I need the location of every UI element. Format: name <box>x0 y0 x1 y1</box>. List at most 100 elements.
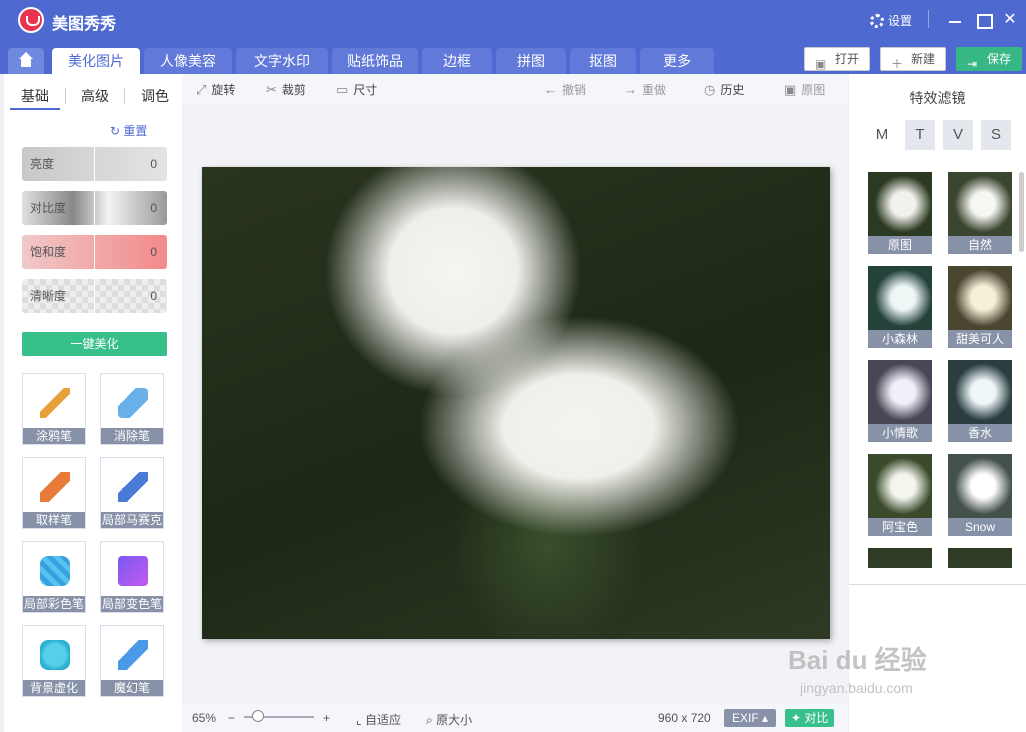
filter-partial[interactable] <box>948 548 1012 568</box>
sparkle-icon: ✦ <box>791 711 802 725</box>
compare-button[interactable]: ✦ 对比 <box>785 709 835 727</box>
tab-stickers[interactable]: 贴纸饰品 <box>332 48 418 74</box>
zoom-out-button[interactable]: − <box>228 711 235 725</box>
filter-label: 香水 <box>948 424 1012 442</box>
filter-category-m[interactable]: M <box>867 120 897 150</box>
redo-button[interactable]: → 重做 <box>624 81 666 98</box>
filter-thumbnail <box>868 172 932 236</box>
tool-label: 局部彩色笔 <box>23 596 85 612</box>
open-button[interactable]: ▣ 打开 <box>804 47 870 71</box>
background-blur-tool[interactable]: 背景虚化 <box>22 625 86 697</box>
new-label: 新建 <box>911 52 936 66</box>
app-title: 美图秀秀 <box>52 16 117 33</box>
rotate-button[interactable]: ⤢ 旋转 <box>196 81 235 98</box>
rotate-icon: ⤢ <box>196 81 207 97</box>
clock-icon: ◷ <box>704 81 716 97</box>
tab-text-watermark[interactable]: 文字水印 <box>236 48 328 74</box>
tab-cutout[interactable]: 抠图 <box>570 48 636 74</box>
local-color-tool[interactable]: 局部彩色笔 <box>22 541 86 613</box>
contrast-slider[interactable]: 对比度 0 <box>22 191 167 225</box>
brush-icon <box>40 388 70 418</box>
fit-icon: ⌞ <box>356 713 362 727</box>
actual-size-button[interactable]: ⌕ 原大小 <box>426 711 472 728</box>
color-change-tool[interactable]: 局部变色笔 <box>100 541 164 613</box>
filter-partial[interactable] <box>868 548 932 568</box>
compare-label: 对比 <box>804 711 829 725</box>
left-panel: 基础 高级 调色 ↻ 重置 亮度 0 对比度 0 饱和度 0 清晰度 0 一键美… <box>4 74 182 732</box>
actual-size-label: 原大小 <box>436 713 473 727</box>
settings-label: 设置 <box>888 14 913 28</box>
resize-button[interactable]: ▭ 尺寸 <box>336 81 377 98</box>
tab-portrait[interactable]: 人像美容 <box>144 48 232 74</box>
close-button[interactable]: ✕ <box>1000 10 1020 30</box>
divider <box>849 584 1026 585</box>
tab-frames[interactable]: 边框 <box>422 48 492 74</box>
filter-label: 自然 <box>948 236 1012 254</box>
filter-snow[interactable]: Snow <box>948 454 1012 536</box>
filter-scrollbar[interactable] <box>1019 172 1024 252</box>
mosaic-tool[interactable]: 局部马赛克 <box>100 457 164 529</box>
filter-love-song[interactable]: 小情歌 <box>868 360 932 442</box>
subtab-basic[interactable]: 基础 <box>10 82 60 110</box>
auto-beautify-button[interactable]: 一键美化 <box>22 332 167 356</box>
original-button[interactable]: ▣ 原图 <box>784 81 825 98</box>
filter-thumbnail <box>868 360 932 424</box>
saturation-slider[interactable]: 饱和度 0 <box>22 235 167 269</box>
filter-category-t[interactable]: T <box>905 120 935 150</box>
crop-button[interactable]: ✂ 裁剪 <box>266 81 306 98</box>
saturation-value: 0 <box>94 235 167 269</box>
filter-sweet[interactable]: 甜美可人 <box>948 266 1012 348</box>
status-bar: 65% − + ⌞ 自适应 ⌕ 原大小 960 x 720 EXIF ▴ ✦ 对… <box>182 704 848 732</box>
settings-button[interactable]: 设置 <box>870 12 912 29</box>
filter-category-v[interactable]: V <box>943 120 973 150</box>
subtab-advanced[interactable]: 高级 <box>70 82 120 110</box>
tab-collage[interactable]: 拼图 <box>496 48 566 74</box>
undo-button[interactable]: ← 撤销 <box>544 81 586 98</box>
redo-label: 重做 <box>642 83 667 97</box>
eraser-tool[interactable]: 消除笔 <box>100 373 164 445</box>
save-label: 保存 <box>987 52 1012 66</box>
doodle-brush-tool[interactable]: 涂鸦笔 <box>22 373 86 445</box>
tool-label: 涂鸦笔 <box>23 428 85 444</box>
filter-forest[interactable]: 小森林 <box>868 266 932 348</box>
sampling-brush-tool[interactable]: 取样笔 <box>22 457 86 529</box>
save-button[interactable]: ⇥ 保存 <box>956 47 1022 71</box>
divider <box>928 10 929 28</box>
photo-canvas[interactable] <box>202 167 830 639</box>
sampling-brush-icon <box>40 472 70 502</box>
brightness-slider[interactable]: 亮度 0 <box>22 147 167 181</box>
sharpness-label: 清晰度 <box>30 289 67 303</box>
filter-abao[interactable]: 阿宝色 <box>868 454 932 536</box>
sharpness-value: 0 <box>94 279 167 313</box>
tab-bar: 美化图片 人像美容 文字水印 贴纸饰品 边框 拼图 抠图 更多 ▣ 打开 ＋ 新… <box>0 42 1026 74</box>
minimize-button[interactable] <box>945 10 965 30</box>
subtab-color[interactable]: 调色 <box>130 82 180 110</box>
magic-brush-icon <box>118 640 148 670</box>
magic-brush-tool[interactable]: 魔幻笔 <box>100 625 164 697</box>
fit-button[interactable]: ⌞ 自适应 <box>356 711 401 728</box>
tab-beautify[interactable]: 美化图片 <box>52 48 140 74</box>
history-button[interactable]: ◷ 历史 <box>704 81 744 98</box>
tool-label: 魔幻笔 <box>101 680 163 696</box>
contrast-value: 0 <box>94 191 167 225</box>
saturation-label: 饱和度 <box>30 245 67 259</box>
tab-more[interactable]: 更多 <box>640 48 714 74</box>
plus-icon: ＋ <box>891 57 904 71</box>
zoom-in-button[interactable]: + <box>323 711 330 725</box>
reset-button[interactable]: ↻ 重置 <box>110 122 147 139</box>
color-brush-icon <box>40 556 70 586</box>
filter-natural[interactable]: 自然 <box>948 172 1012 254</box>
edit-toolbar: ⤢ 旋转 ✂ 裁剪 ▭ 尺寸 ← 撤销 → 重做 ◷ 历史 ▣ 原图 <box>182 74 848 104</box>
maximize-button[interactable] <box>973 10 993 30</box>
filter-thumbnail <box>948 266 1012 330</box>
filter-category-s[interactable]: S <box>981 120 1011 150</box>
tool-label: 取样笔 <box>23 512 85 528</box>
filter-thumbnail <box>948 454 1012 518</box>
home-icon[interactable] <box>8 48 44 74</box>
filter-perfume[interactable]: 香水 <box>948 360 1012 442</box>
filter-original[interactable]: 原图 <box>868 172 932 254</box>
sharpness-slider[interactable]: 清晰度 0 <box>22 279 167 313</box>
new-button[interactable]: ＋ 新建 <box>880 47 946 71</box>
exif-button[interactable]: EXIF ▴ <box>724 709 777 727</box>
zoom-slider-handle[interactable] <box>252 710 264 722</box>
